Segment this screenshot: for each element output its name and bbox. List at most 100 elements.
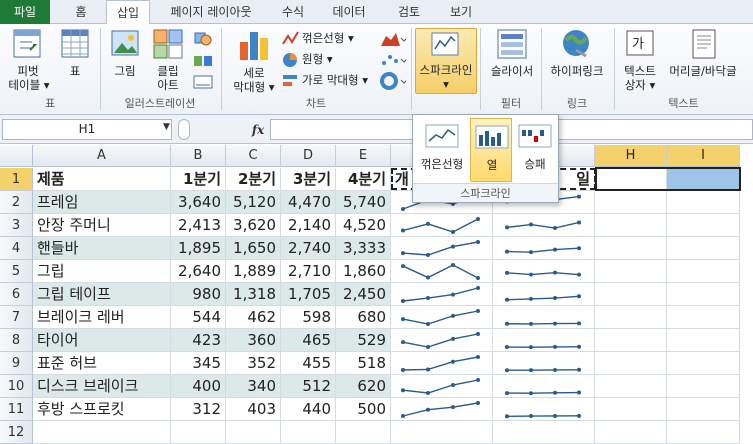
sparkline-marker: [529, 297, 533, 301]
sparkline-marker: [505, 345, 509, 349]
sparkline-marker: [426, 276, 430, 280]
sparkline-marker: [476, 286, 480, 290]
sparkline-marker: [401, 340, 405, 344]
sparkline-marker: [529, 345, 533, 349]
sparkline-marker: [476, 217, 480, 221]
sparklines-layer: [0, 0, 753, 430]
sparkline-line-f: [403, 403, 478, 416]
sparkline-marker: [553, 414, 557, 418]
sparkline-marker: [577, 368, 581, 372]
sparkline-marker: [451, 245, 455, 249]
sparkline-line-f: [403, 357, 478, 370]
sparkline-marker: [476, 355, 480, 359]
sparkline-marker: [505, 250, 509, 254]
sparkline-option-column-label: 열: [471, 157, 513, 173]
sparkline-marker: [426, 322, 430, 326]
sparkline-marker: [577, 220, 581, 224]
sparkline-marker: [529, 368, 533, 372]
sparkline-winloss-icon: [518, 124, 552, 148]
sparkline-marker: [476, 276, 480, 280]
sparkline-marker: [451, 337, 455, 341]
sparkline-marker: [553, 368, 557, 372]
sparkline-marker: [553, 271, 557, 275]
sparkline-marker: [505, 225, 509, 229]
sparkline-marker: [505, 298, 509, 302]
sparkline-marker: [529, 250, 533, 254]
sparkline-marker: [553, 345, 557, 349]
sparkline-marker: [505, 322, 509, 326]
sparkline-marker: [505, 391, 509, 395]
sparkline-marker: [577, 294, 581, 298]
sparkline-marker: [577, 246, 581, 250]
sparkline-marker: [426, 296, 430, 300]
sparkline-marker: [451, 263, 455, 267]
sparkline-column-icon: [475, 125, 509, 149]
sparkline-marker: [476, 309, 480, 313]
sparkline-marker: [401, 414, 405, 418]
sparkline-marker: [401, 264, 405, 268]
sparkline-line-g: [507, 296, 579, 299]
sparkline-marker: [505, 271, 509, 275]
sparkline-marker: [426, 345, 430, 349]
sparkline-marker: [505, 368, 509, 372]
sparkline-line-f: [403, 380, 478, 393]
sparkline-marker: [426, 253, 430, 257]
sparkline-option-winloss-label: 승패: [514, 156, 556, 172]
sparkline-marker: [476, 332, 480, 336]
sparkline-line-f: [403, 288, 478, 301]
sparkline-option-line[interactable]: 꺾은선형: [416, 118, 468, 182]
sparkline-marker: [401, 207, 405, 211]
sparkline-marker: [451, 383, 455, 387]
sparkline-line-f: [403, 334, 478, 347]
sparkline-marker: [426, 408, 430, 412]
sparkline-line-f: [403, 311, 478, 324]
sparkline-line-f: [403, 265, 478, 278]
sparkline-marker: [529, 322, 533, 326]
sparkline-marker: [553, 296, 557, 300]
sparkline-line-g: [507, 273, 579, 275]
sparkline-marker: [577, 391, 581, 395]
sparkline-option-column[interactable]: 열: [470, 118, 512, 182]
sparkline-option-line-label: 꺾은선형: [412, 156, 472, 172]
sparkline-marker: [476, 401, 480, 405]
sparkline-marker: [451, 314, 455, 318]
sparkline-marker: [553, 391, 557, 395]
sparkline-marker: [401, 229, 405, 233]
sparkline-line-f: [403, 242, 478, 255]
sparkline-marker: [553, 226, 557, 230]
sparkline-marker: [426, 222, 430, 226]
sparkline-marker: [505, 414, 509, 418]
sparkline-marker: [577, 273, 581, 277]
sparkline-line-g: [507, 323, 579, 324]
sparkline-marker: [577, 414, 581, 418]
sparkline-marker: [529, 391, 533, 395]
sparkline-marker: [401, 388, 405, 392]
sparkline-marker: [476, 240, 480, 244]
sparkline-marker: [476, 378, 480, 382]
sparkline-marker: [577, 321, 581, 325]
sparkline-option-winloss[interactable]: 승패: [514, 118, 556, 182]
sparkline-line-icon: [425, 124, 459, 148]
sparkline-marker: [401, 299, 405, 303]
sparkline-marker: [529, 273, 533, 277]
sparkline-marker: [577, 345, 581, 349]
sparkline-marker: [401, 251, 405, 255]
sparkline-marker: [401, 368, 405, 372]
sparkline-marker: [451, 293, 455, 297]
sparkline-marker: [553, 248, 557, 252]
sparkline-marker: [401, 317, 405, 321]
sparkline-marker: [577, 195, 581, 199]
sparkline-marker: [553, 322, 557, 326]
sparkline-line-g: [507, 222, 579, 228]
sparkline-marker: [451, 230, 455, 234]
sparkline-line-g: [507, 248, 579, 252]
sparkline-marker: [529, 414, 533, 418]
sparkline-marker: [451, 360, 455, 364]
sparkline-marker: [426, 367, 430, 371]
sparkline-marker: [529, 223, 533, 227]
sparkline-panel-footer: 스파크라인: [413, 183, 558, 202]
sparkline-marker: [451, 405, 455, 409]
selection-fill: [667, 168, 740, 190]
sparkline-marker: [426, 391, 430, 395]
sparkline-line-f: [403, 219, 478, 232]
